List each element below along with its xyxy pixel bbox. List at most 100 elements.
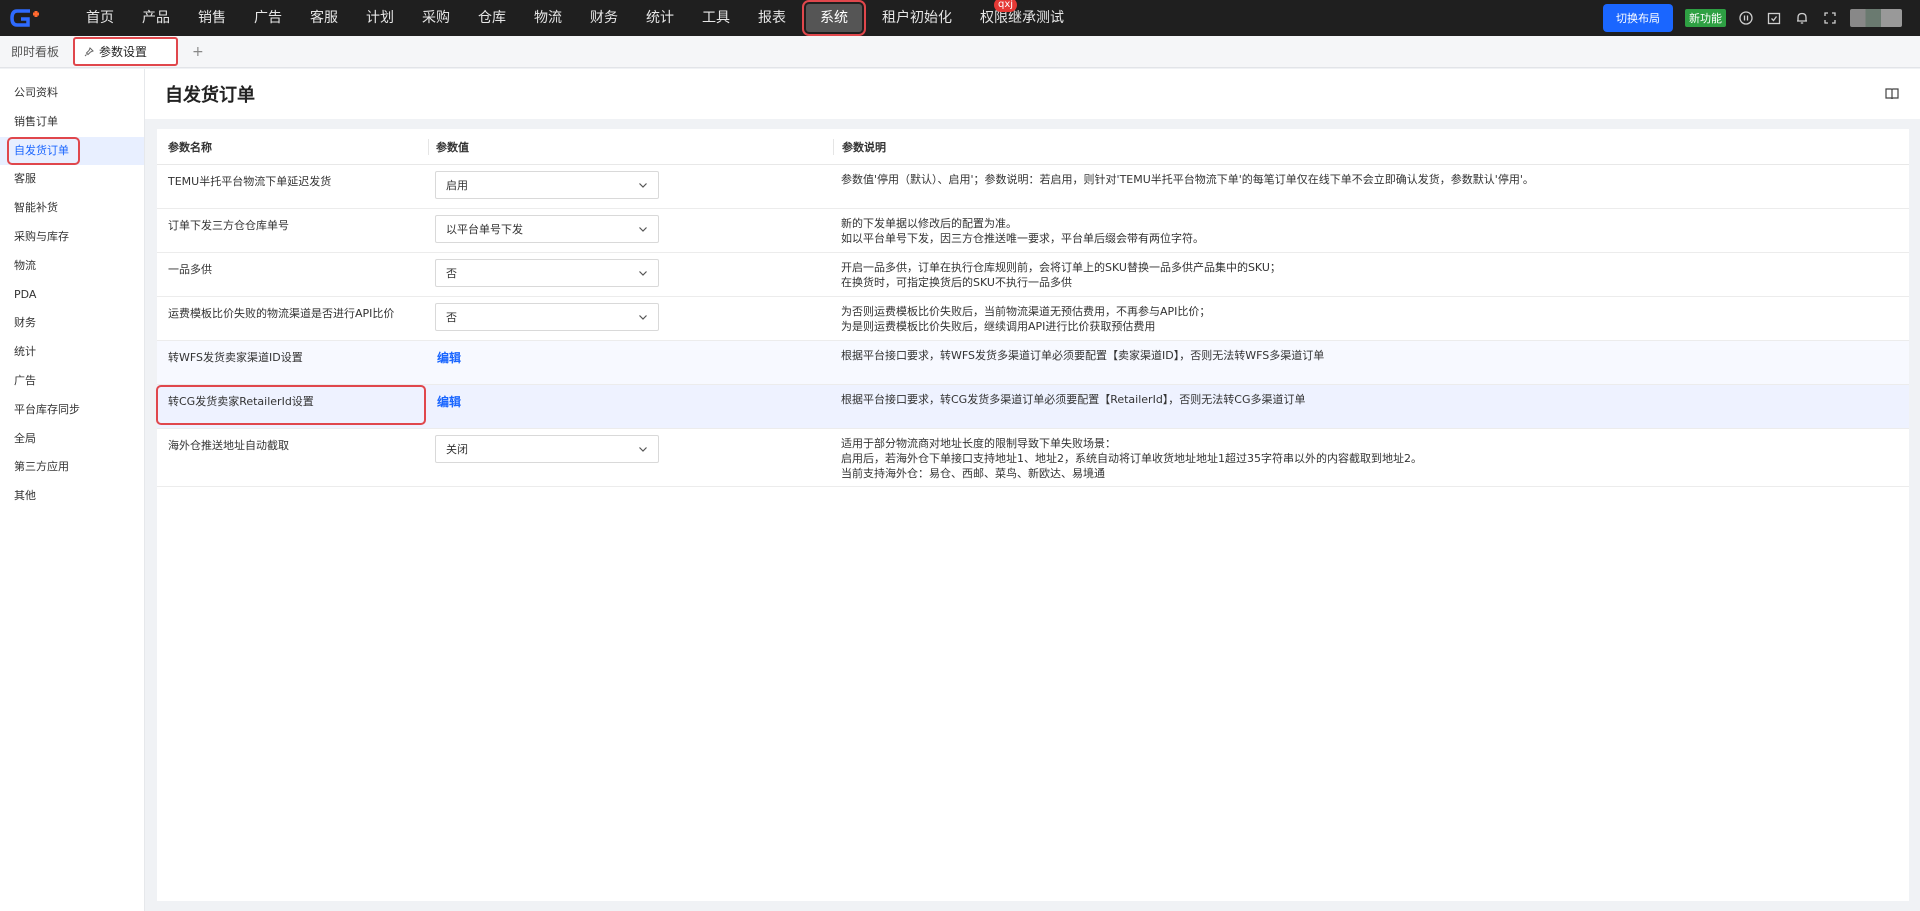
nav-item-13[interactable]: 系统	[802, 0, 866, 36]
nav-menu: 首页 产品 销售 广告 客服 计划 采购 仓库 物流 财务 统计 工具 报表 系统 租户初始化 权限继承测试 q…	[72, 0, 1078, 36]
add-tab-button[interactable]: +	[192, 44, 204, 60]
sidebar-item-label: 销售订单	[14, 114, 58, 128]
sidebar-item-11[interactable]: 平台库存同步	[0, 396, 144, 425]
tab-parameter-settings[interactable]: 参数设置	[73, 37, 179, 66]
param-value-select[interactable]: 否	[435, 303, 659, 331]
pin-icon[interactable]	[84, 46, 94, 57]
sidebar-item-14[interactable]: 其他	[0, 482, 144, 511]
param-value-cell: 否	[428, 297, 833, 340]
table-header: 参数名称 参数值 参数说明	[157, 129, 1909, 165]
table-row: 订单下发三方仓仓库单号 以平台单号下发 新的下发单据以修改后的配置为准。 如以平台单号…	[157, 209, 1909, 253]
param-desc-cell: 开启一品多供，订单在执行仓库规则前，会将订单上的SKU替换一品多供产品集中的SK…	[833, 253, 1909, 296]
param-name: TEMU半托平台物流下单延迟发货	[168, 175, 332, 188]
nav-item-6[interactable]: 采购	[408, 4, 464, 32]
sidebar-item-label: 第三方应用	[14, 460, 69, 474]
switch-layout-button[interactable]: 切换布局	[1603, 4, 1673, 32]
sidebar-item-8[interactable]: 财务	[0, 309, 144, 338]
edit-link[interactable]: 编辑	[435, 391, 461, 410]
top-right-tools: 切换布局 新功能	[1603, 0, 1920, 36]
nav-item-15[interactable]: 权限继承测试 qxj	[966, 0, 1078, 32]
page-title: 自发货订单	[165, 85, 255, 106]
table-row: 运费模板比价失败的物流渠道是否进行API比价 否 为否则运费模板比价失败后，当前物流…	[157, 297, 1909, 341]
logo[interactable]	[0, 0, 56, 36]
chevron-down-icon	[639, 447, 647, 452]
sidebar-item-5[interactable]: 采购与库存	[0, 223, 144, 252]
param-name-cell: 订单下发三方仓仓库单号	[157, 209, 428, 252]
nav-item-1[interactable]: 产品	[128, 4, 184, 32]
sidebar-item-12[interactable]: 全局	[0, 425, 144, 454]
param-name: 转WFS发货卖家渠道ID设置	[168, 351, 303, 364]
param-value-cell: 启用	[428, 165, 833, 208]
header-param-desc: 参数说明	[833, 138, 1909, 155]
nav-item-10[interactable]: 统计	[632, 4, 688, 32]
edit-link[interactable]: 编辑	[435, 347, 461, 366]
main-content: 自发货订单 参数名称 参数值 参数说明 TEMU半托平台物流下单延迟发货 启用 参数…	[145, 69, 1920, 911]
table-body: TEMU半托平台物流下单延迟发货 启用 参数值'停用（默认）、启用'；参数说明：若启…	[156, 165, 1909, 487]
sidebar-item-label: 其他	[14, 489, 36, 503]
param-value-cell: 编辑	[428, 385, 833, 428]
nav-item-9[interactable]: 财务	[576, 4, 632, 32]
nav-item-4[interactable]: 客服	[296, 4, 352, 32]
parameter-table: 参数名称 参数值 参数说明 TEMU半托平台物流下单延迟发货 启用 参数值'停用（默…	[156, 129, 1909, 901]
sidebar-item-0[interactable]: 公司资料	[0, 79, 144, 108]
sidebar-item-3[interactable]: 客服	[0, 165, 144, 194]
bell-icon[interactable]	[1794, 10, 1810, 26]
nav-item-11[interactable]: 工具	[688, 4, 744, 32]
sidebar-item-1[interactable]: 销售订单	[0, 108, 144, 137]
chevron-down-icon	[639, 183, 647, 188]
param-desc-cell: 参数值'停用（默认）、启用'；参数说明：若启用，则针对'TEMU半托平台物流下单…	[833, 165, 1909, 208]
param-value-cell: 以平台单号下发	[428, 209, 833, 252]
param-desc-cell: 为否则运费模板比价失败后，当前物流渠道无预估费用，不再参与API比价； 为是则运费…	[833, 297, 1909, 340]
param-desc-line: 为否则运费模板比价失败后，当前物流渠道无预估费用，不再参与API比价；	[841, 305, 1211, 318]
sidebar-item-label: 公司资料	[14, 86, 58, 99]
param-name: 一品多供	[168, 263, 212, 276]
page-header: 自发货订单	[145, 69, 1920, 119]
sidebar-item-10[interactable]: 广告	[0, 367, 144, 396]
tab-dashboard[interactable]: 即时看板	[0, 36, 70, 68]
nav-item-12[interactable]: 报表	[744, 4, 800, 32]
calendar-check-icon[interactable]	[1766, 10, 1782, 26]
sidebar-item-7[interactable]: PDA	[0, 281, 144, 310]
sidebar-item-label: 智能补货	[14, 201, 58, 215]
nav-item-5[interactable]: 计划	[352, 4, 408, 32]
param-name-cell: 转CG发货卖家RetailerId设置	[156, 385, 428, 428]
sidebar-item-label: 广告	[14, 373, 36, 387]
sidebar-item-label: 采购与库存	[14, 229, 69, 243]
logo-icon	[10, 9, 39, 27]
nav-item-0[interactable]: 首页	[72, 4, 128, 32]
param-name-cell: 转WFS发货卖家渠道ID设置	[157, 341, 428, 384]
param-desc-cell: 根据平台接口要求，转CG发货多渠道订单必须要配置【RetailerId】，否则无…	[833, 385, 1909, 428]
param-value-select[interactable]: 否	[435, 259, 659, 287]
sidebar-item-6[interactable]: 物流	[0, 252, 144, 281]
pause-icon[interactable]	[1738, 10, 1754, 26]
param-desc-line: 启用后，若海外仓下单接口支持地址1、地址2，系统自动将订单收货地址地址1超过35…	[841, 452, 1422, 465]
param-name-cell: 一品多供	[157, 253, 428, 296]
param-value-select[interactable]: 启用	[435, 171, 659, 199]
tab-bar: 即时看板 参数设置 +	[0, 36, 1920, 68]
sidebar-item-9[interactable]: 统计	[0, 338, 144, 367]
nav-item-8[interactable]: 物流	[520, 4, 576, 32]
nav-item-14[interactable]: 租户初始化	[868, 4, 966, 32]
param-name-cell: TEMU半托平台物流下单延迟发货	[157, 165, 428, 208]
book-icon[interactable]	[1884, 86, 1900, 102]
param-value-select[interactable]: 以平台单号下发	[435, 215, 659, 243]
sidebar-item-4[interactable]: 智能补货	[0, 194, 144, 223]
param-value-select[interactable]: 关闭	[435, 435, 659, 463]
nav-item-2[interactable]: 销售	[184, 4, 240, 32]
nav-badge: qxj	[994, 0, 1018, 12]
nav-item-7[interactable]: 仓库	[464, 4, 520, 32]
header-param-name: 参数名称	[168, 140, 212, 154]
param-desc-cell: 新的下发单据以修改后的配置为准。 如以平台单号下发，因三方仓推送唯一要求，平台单后…	[833, 209, 1909, 252]
select-value: 关闭	[446, 443, 468, 456]
new-feature-button[interactable]: 新功能	[1685, 9, 1726, 27]
sidebar-item-13[interactable]: 第三方应用	[0, 453, 144, 482]
user-avatar[interactable]	[1850, 9, 1902, 27]
nav-item-3[interactable]: 广告	[240, 4, 296, 32]
fullscreen-icon[interactable]	[1822, 10, 1838, 26]
param-desc-line: 参数值'停用（默认）、启用'；参数说明：若启用，则针对'TEMU半托平台物流下单…	[841, 173, 1534, 186]
sidebar-item-label: 自发货订单	[7, 136, 80, 165]
param-desc-line: 新的下发单据以修改后的配置为准。	[841, 217, 1017, 230]
top-nav: 首页 产品 销售 广告 客服 计划 采购 仓库 物流 财务 统计 工具 报表 系统 租户初始化 权限继承测试 q…	[0, 0, 1920, 36]
chevron-down-icon	[639, 227, 647, 232]
sidebar-item-2[interactable]: 自发货订单	[0, 136, 144, 166]
